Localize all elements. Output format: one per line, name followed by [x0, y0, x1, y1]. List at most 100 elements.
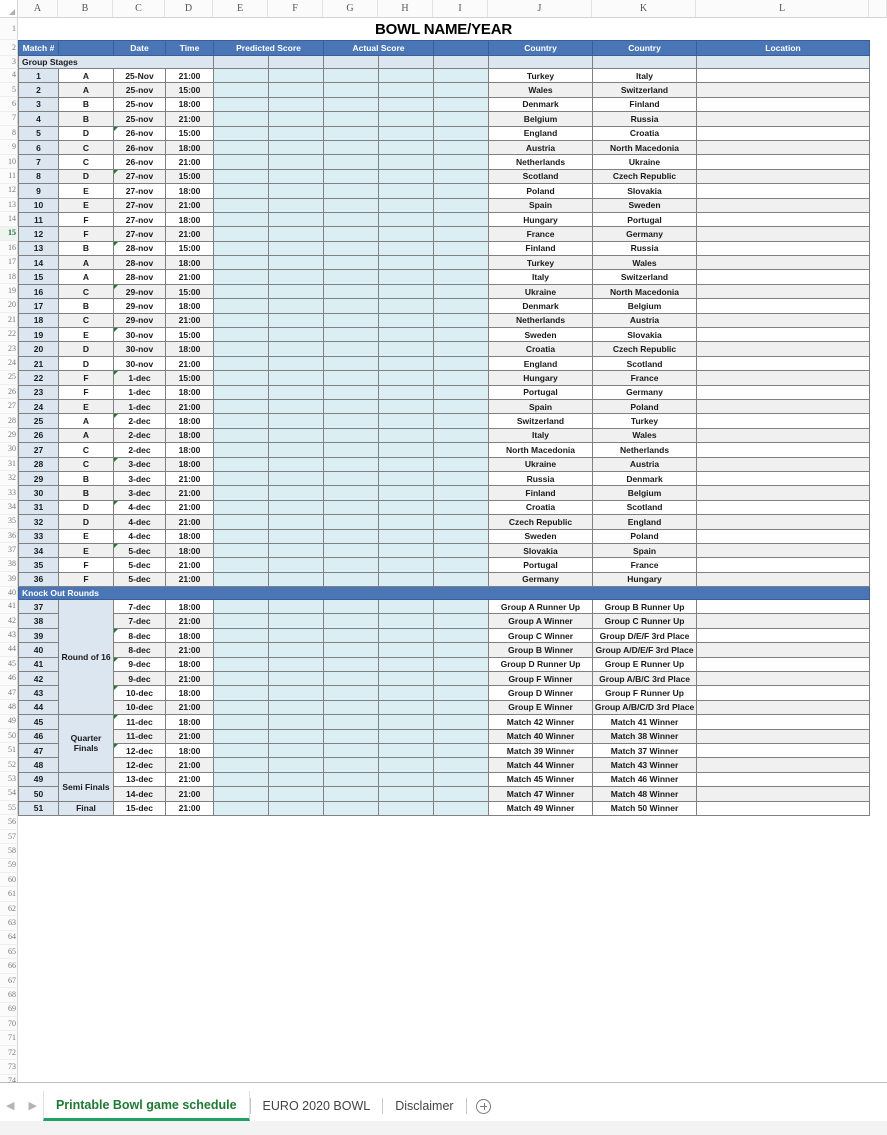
row-header-20[interactable]: 20 [0, 299, 18, 314]
cell-match-number[interactable]: 24 [18, 398, 59, 415]
cell-location[interactable] [696, 742, 871, 759]
cell-country-away[interactable]: Germany [592, 384, 698, 400]
cell-location[interactable] [696, 341, 871, 357]
cell-score-input[interactable] [267, 728, 325, 744]
row-header-3[interactable]: 3 [0, 56, 18, 69]
cell-score-input[interactable] [323, 82, 380, 98]
cell-score-input[interactable] [213, 125, 269, 141]
cell-time[interactable]: 18:00 [165, 442, 214, 458]
cell-time[interactable]: 15:00 [165, 283, 214, 300]
cell-time[interactable]: 18:00 [165, 183, 214, 199]
cell-group[interactable]: A [58, 269, 114, 285]
row-header-34[interactable]: 34 [0, 500, 18, 515]
cell-time[interactable]: 21:00 [165, 800, 214, 816]
cell-score-input[interactable] [213, 786, 269, 802]
cell-score-input[interactable] [378, 685, 435, 701]
cell-score-input[interactable] [323, 528, 380, 544]
cell-score-input[interactable] [378, 96, 435, 113]
cell-score-input[interactable] [433, 742, 490, 759]
cell-country-home[interactable]: Austria [488, 139, 594, 156]
cell-time[interactable]: 15:00 [165, 240, 214, 257]
cell-country-away[interactable]: Netherlands [592, 442, 698, 458]
cell-time[interactable]: 21:00 [165, 771, 214, 788]
cell-date[interactable]: 28-nov [113, 255, 166, 271]
cell-date[interactable]: 12-dec [113, 757, 166, 773]
cell-score-input[interactable] [433, 485, 490, 501]
table-row[interactable]: 23 F 1-dec 18:00 Portugal Germany [18, 384, 871, 400]
cell-match-number[interactable]: 36 [18, 571, 59, 588]
cell-country-home[interactable]: Group F Winner [488, 671, 594, 687]
cell-time[interactable]: 21:00 [165, 398, 214, 415]
column-header-g[interactable]: G [323, 0, 378, 17]
table-row[interactable]: 41 9-dec 18:00 Group D Runner Up Group E Run… [18, 656, 871, 673]
cell-score-input[interactable] [378, 456, 435, 472]
cell-time[interactable]: 18:00 [165, 599, 214, 615]
cell-date[interactable]: 25-Nov [113, 67, 166, 84]
cell-location[interactable] [696, 485, 871, 501]
cell-score-input[interactable] [378, 442, 435, 458]
cell-time[interactable]: 21:00 [165, 269, 214, 285]
cell-group[interactable]: D [58, 125, 114, 141]
row-header-25[interactable]: 25 [0, 371, 18, 386]
cell-date[interactable]: 25-nov [113, 96, 166, 113]
cell-country-away[interactable]: Match 48 Winner [592, 786, 698, 802]
cell-country-away[interactable]: Russia [592, 240, 698, 257]
cell-score-input[interactable] [213, 341, 269, 357]
row-header-10[interactable]: 10 [0, 155, 18, 170]
cell-score-input[interactable] [267, 269, 325, 285]
cell-score-input[interactable] [213, 197, 269, 213]
cell-match-number[interactable]: 22 [18, 370, 59, 386]
cell-score-input[interactable] [433, 154, 490, 170]
cell-time[interactable]: 21:00 [165, 67, 214, 84]
cell-score-input[interactable] [267, 542, 325, 559]
cell-date[interactable]: 30-nov [113, 355, 166, 372]
cell-time[interactable]: 21:00 [165, 355, 214, 372]
cell-match-number[interactable]: 41 [18, 656, 59, 673]
cell-score-input[interactable] [267, 125, 325, 141]
cell-score-input[interactable] [433, 312, 490, 329]
cell-score-input[interactable] [433, 384, 490, 400]
cell-score-input[interactable] [267, 67, 325, 84]
cell-score-input[interactable] [433, 197, 490, 213]
cell-round-name[interactable]: Quarter Finals [58, 714, 114, 773]
row-header-50[interactable]: 50 [0, 729, 18, 744]
cell-score-input[interactable] [433, 82, 490, 98]
cell-country-away[interactable]: Poland [592, 528, 698, 544]
cell-date[interactable]: 26-nov [113, 154, 166, 170]
select-all-corner[interactable] [0, 0, 18, 17]
cell-score-input[interactable] [323, 384, 380, 400]
cell-country-home[interactable]: Portugal [488, 384, 594, 400]
cell-country-home[interactable]: Wales [488, 82, 594, 98]
cell-match-number[interactable]: 27 [18, 442, 59, 458]
cell-country-home[interactable]: Match 42 Winner [488, 714, 594, 730]
cell-group[interactable]: A [58, 427, 114, 444]
cell-score-input[interactable] [433, 398, 490, 415]
cell-group[interactable]: B [58, 470, 114, 487]
cell-group[interactable]: B [58, 240, 114, 257]
cell-date[interactable]: 5-dec [113, 542, 166, 559]
cell-score-input[interactable] [267, 742, 325, 759]
cell-group[interactable]: F [58, 226, 114, 242]
sheet-tab-1[interactable]: Printable Bowl game schedule [42, 1091, 250, 1121]
cell-score-input[interactable] [213, 139, 269, 156]
cell-score-input[interactable] [433, 728, 490, 744]
cell-score-input[interactable] [378, 168, 435, 185]
cell-score-input[interactable] [433, 269, 490, 285]
cell-score-input[interactable] [323, 269, 380, 285]
cell-country-away[interactable]: Group F Runner Up [592, 685, 698, 701]
cell-score-input[interactable] [213, 67, 269, 84]
cell-group[interactable]: D [58, 341, 114, 357]
cell-score-input[interactable] [433, 627, 490, 644]
cell-date[interactable]: 14-dec [113, 786, 166, 802]
col-header-predicted-score[interactable]: Predicted Score [212, 40, 325, 56]
column-header-a[interactable]: A [18, 0, 58, 17]
cell-score-input[interactable] [433, 413, 490, 429]
cell-score-input[interactable] [323, 728, 380, 744]
cell-match-number[interactable]: 46 [18, 728, 59, 744]
cell-match-number[interactable]: 4 [18, 111, 59, 127]
cell-location[interactable] [696, 470, 871, 487]
cell-date[interactable]: 4-dec [113, 528, 166, 544]
cell-score-input[interactable] [433, 528, 490, 544]
cell-score-input[interactable] [433, 786, 490, 802]
table-row[interactable]: 25 A 2-dec 18:00 Switzerland Turkey [18, 413, 871, 429]
